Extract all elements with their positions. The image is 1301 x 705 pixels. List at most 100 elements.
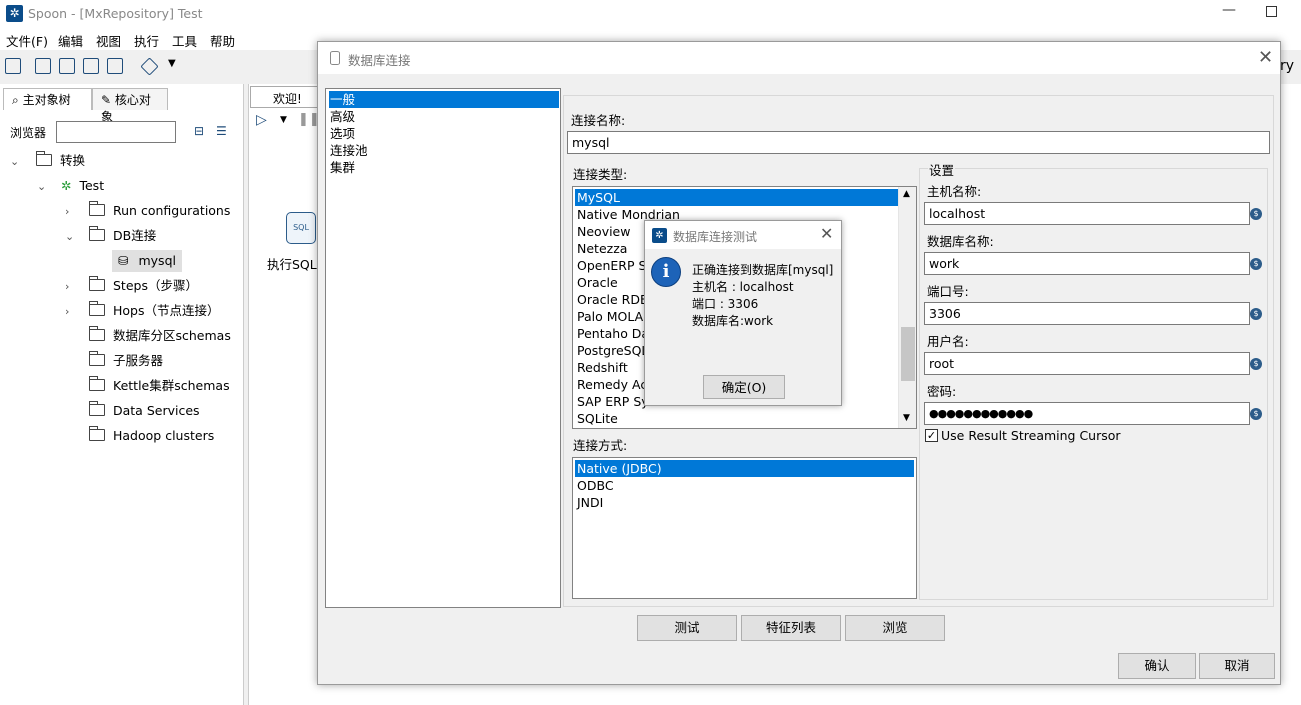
- folder-icon: [89, 326, 105, 341]
- maximize-icon[interactable]: [1266, 6, 1277, 17]
- database-name-input[interactable]: work: [924, 252, 1250, 275]
- chevron-right-icon[interactable]: ›: [65, 276, 79, 298]
- chevron-right-icon[interactable]: ›: [65, 201, 79, 223]
- menu-view[interactable]: 视图: [96, 31, 121, 50]
- menu-tools[interactable]: 工具: [172, 31, 197, 50]
- tree-label: Data Services: [113, 403, 200, 418]
- list-item[interactable]: SQLite: [575, 410, 898, 427]
- nav-item-general[interactable]: 一般: [329, 91, 559, 108]
- chevron-down-icon[interactable]: ⌄: [65, 226, 79, 248]
- cancel-button[interactable]: 取消: [1199, 653, 1275, 679]
- tree-item-transformations[interactable]: ⌄ 转换: [10, 150, 85, 172]
- folder-icon: [89, 426, 105, 441]
- tab-main-tree[interactable]: ⌕ 主对象树: [3, 88, 92, 110]
- tree-label: Kettle集群schemas: [113, 378, 230, 393]
- title-bar: ✲ Spoon - [MxRepository] Test —: [0, 0, 1301, 28]
- tree-label: DB连接: [113, 228, 157, 243]
- scroll-down-icon[interactable]: ▼: [903, 413, 910, 423]
- tree-item-run-configurations[interactable]: › Run configurations: [65, 200, 230, 222]
- info-icon: i: [651, 257, 681, 287]
- feature-list-button[interactable]: 特征列表: [741, 615, 841, 641]
- port-input[interactable]: 3306: [924, 302, 1250, 325]
- save-icon[interactable]: [83, 58, 99, 74]
- tab-welcome[interactable]: 欢迎!: [250, 86, 320, 108]
- execute-sql-step-label: 执行SQL脚本: [267, 257, 319, 272]
- host-name-input[interactable]: localhost: [924, 202, 1250, 225]
- username-label: 用户名:: [927, 334, 969, 349]
- menu-run[interactable]: 执行: [134, 31, 159, 50]
- host-name-label: 主机名称:: [927, 184, 982, 199]
- explore-repository-icon[interactable]: [59, 58, 75, 74]
- username-input[interactable]: root: [924, 352, 1250, 375]
- nav-item-pooling[interactable]: 连接池: [329, 142, 559, 159]
- test-result-line: 数据库名:work: [692, 314, 774, 328]
- explore-button[interactable]: 浏览: [845, 615, 945, 641]
- tree-item-partition-schemas[interactable]: 数据库分区schemas: [89, 325, 231, 347]
- connection-name-input[interactable]: mysql: [567, 131, 1270, 154]
- browser-search-input[interactable]: [56, 121, 176, 143]
- menu-help[interactable]: 帮助: [210, 31, 235, 50]
- scrollbar-thumb[interactable]: [901, 327, 915, 381]
- close-icon[interactable]: ✕: [820, 224, 833, 243]
- left-panel: ⌕ 主对象树 ✎ 核心对象 浏览器 ⊟ ☰ ⌄ 转换 ⌄ ✲ Test › Run co…: [0, 84, 244, 705]
- list-item[interactable]: JNDI: [575, 494, 898, 511]
- connection-method-list[interactable]: Native (JDBC) ODBC JNDI: [572, 457, 917, 599]
- menu-edit[interactable]: 编辑: [58, 31, 83, 50]
- tree-item-mysql[interactable]: ⛁ mysql: [112, 250, 182, 272]
- dialog-title-bar: ✲ 数据库连接测试 ✕: [645, 221, 841, 249]
- database-name-label: 数据库名称:: [927, 234, 994, 249]
- close-icon[interactable]: ✕: [1258, 47, 1273, 68]
- menu-file[interactable]: 文件(F): [6, 31, 48, 50]
- tree-item-cluster-schemas[interactable]: Kettle集群schemas: [89, 375, 230, 397]
- tree-label: 转换: [60, 153, 86, 168]
- connection-type-scrollbar[interactable]: ▲ ▼: [898, 187, 916, 428]
- transformation-icon: ✲: [61, 178, 72, 193]
- list-item[interactable]: MySQL: [575, 189, 898, 206]
- nav-item-cluster[interactable]: 集群: [329, 159, 559, 176]
- tree-item-hadoop-clusters[interactable]: Hadoop clusters: [89, 425, 214, 447]
- list-item[interactable]: ODBC: [575, 477, 898, 494]
- layers-dropdown-icon[interactable]: ▼: [168, 58, 176, 69]
- variable-icon[interactable]: $: [1250, 408, 1262, 420]
- open-folder-icon[interactable]: [35, 58, 51, 74]
- layers-icon[interactable]: [140, 57, 159, 76]
- folder-icon: [36, 151, 52, 166]
- tree-item-steps[interactable]: › Steps（步骤）: [65, 275, 198, 297]
- run-dropdown-icon[interactable]: ▼: [280, 115, 287, 125]
- ok-button[interactable]: 确认: [1118, 653, 1196, 679]
- tree-item-test[interactable]: ⌄ ✲ Test: [37, 175, 104, 197]
- nav-item-options[interactable]: 选项: [329, 125, 559, 142]
- folder-icon: [89, 376, 105, 391]
- password-input[interactable]: ●●●●●●●●●●●●: [924, 402, 1250, 425]
- connection-test-dialog: ✲ 数据库连接测试 ✕ i 正确连接到数据库[mysql] 主机名 : loca…: [644, 220, 842, 406]
- tab-core-objects[interactable]: ✎ 核心对象: [92, 88, 168, 124]
- tree-label: Hadoop clusters: [113, 428, 215, 443]
- connection-type-label: 连接类型:: [573, 167, 628, 182]
- variable-icon[interactable]: $: [1250, 258, 1262, 270]
- tree-item-data-services[interactable]: Data Services: [89, 400, 200, 422]
- confirm-button[interactable]: 确定(O): [703, 375, 785, 399]
- nav-item-advanced[interactable]: 高级: [329, 108, 559, 125]
- new-file-icon[interactable]: [5, 58, 21, 74]
- minimize-icon[interactable]: —: [1222, 2, 1236, 18]
- variable-icon[interactable]: $: [1250, 308, 1262, 320]
- execute-sql-step-icon[interactable]: SQL: [286, 212, 316, 244]
- chevron-down-icon[interactable]: ⌄: [37, 176, 51, 198]
- save-as-icon[interactable]: [107, 58, 123, 74]
- tree-item-slave-servers[interactable]: 子服务器: [89, 350, 163, 372]
- tree-label: Run configurations: [113, 203, 231, 218]
- variable-icon[interactable]: $: [1250, 358, 1262, 370]
- streaming-cursor-checkbox[interactable]: ✓: [925, 429, 938, 442]
- scroll-up-icon[interactable]: ▲: [903, 189, 910, 199]
- variable-icon[interactable]: $: [1250, 208, 1262, 220]
- collapse-tree-icon[interactable]: ⊟: [194, 124, 204, 138]
- tree-item-hops[interactable]: › Hops（节点连接）: [65, 300, 220, 322]
- tree-label: Hops（节点连接）: [113, 303, 220, 318]
- test-button[interactable]: 测试: [637, 615, 737, 641]
- run-icon[interactable]: ▷: [256, 112, 267, 128]
- list-item[interactable]: Native (JDBC): [575, 460, 914, 477]
- chevron-right-icon[interactable]: ›: [65, 301, 79, 323]
- chevron-down-icon[interactable]: ⌄: [10, 151, 24, 173]
- tree-item-db-connections[interactable]: ⌄ DB连接: [65, 225, 156, 247]
- expand-tree-icon[interactable]: ☰: [216, 124, 227, 138]
